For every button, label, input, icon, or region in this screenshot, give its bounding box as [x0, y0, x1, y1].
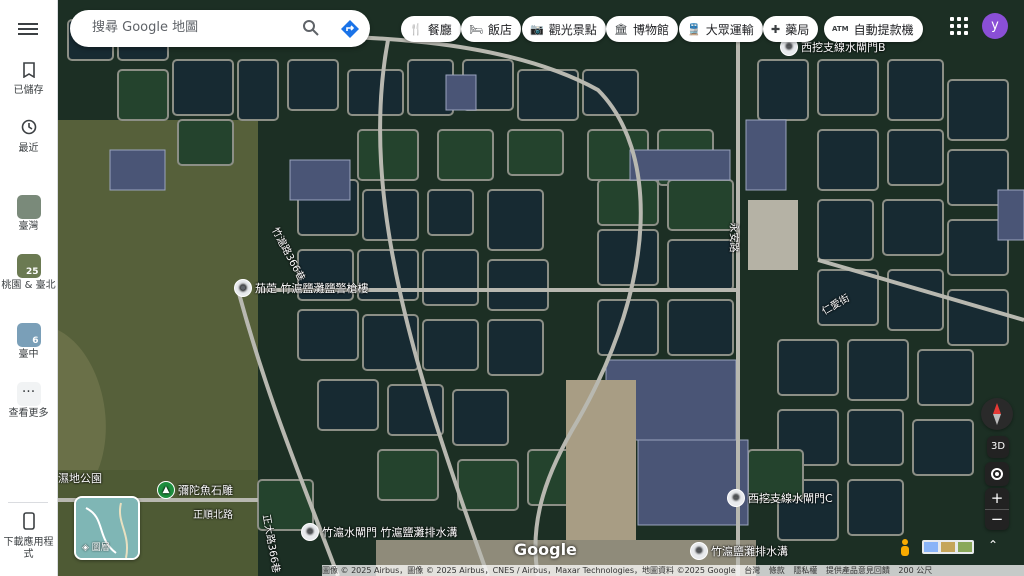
chip-museums[interactable]: 🏛 博物館	[606, 16, 678, 42]
camera-icon: 📷	[530, 22, 544, 36]
fork-knife-icon: 🍴	[409, 22, 423, 36]
search-box	[70, 10, 370, 47]
chip-restaurants[interactable]: 🍴 餐廳	[401, 16, 461, 42]
chip-hotels[interactable]: 🛏 飯店	[461, 16, 521, 42]
directions-icon[interactable]	[340, 19, 360, 39]
history-icon	[0, 118, 57, 141]
zoom-out-button[interactable]: −	[985, 509, 1009, 531]
imagery-attribution: 圖像 © 2025 Airbus，圖像 © 2025 Airbus，CNES /…	[322, 566, 736, 575]
imagery-thumb[interactable]	[941, 542, 955, 552]
my-location-button[interactable]	[985, 462, 1009, 486]
landmark-pin-icon[interactable]: ⊕	[301, 523, 319, 541]
sidebar-item-label: 最近	[18, 143, 39, 154]
sidebar-item-download-app[interactable]: 下載應用程式	[0, 512, 57, 561]
park-pin-icon[interactable]: ▲	[157, 481, 175, 499]
divider	[8, 502, 48, 503]
sidebar-item-saved[interactable]: 已儲存	[0, 62, 57, 97]
atm-icon: ATM	[832, 25, 849, 33]
zoom-in-button[interactable]: +	[985, 488, 1009, 509]
scale-bar-label[interactable]: 200 公尺	[898, 566, 932, 575]
sidebar-item-label: 已儲存	[13, 85, 44, 96]
train-icon: 🚆	[687, 22, 701, 36]
imagery-thumb[interactable]	[958, 542, 972, 552]
sidebar-item-label: 桃園 & 臺北	[1, 280, 56, 291]
landmark-pin-icon[interactable]: ⊕	[690, 542, 708, 560]
google-logo: Google	[514, 540, 577, 559]
sidebar-item-label: 查看更多	[8, 408, 49, 419]
phone-icon	[0, 512, 57, 535]
tilt-3d-button[interactable]: 3D	[987, 436, 1009, 458]
feedback-link[interactable]: 提供產品意見回饋	[826, 566, 890, 575]
chip-pharmacies[interactable]: ✚ 藥局	[763, 16, 819, 42]
bookmark-icon	[0, 62, 57, 83]
more-icon: ···	[16, 382, 41, 406]
left-rail: 已儲存 最近 臺灣 25 桃園 & 臺北 6 臺中 ··· 查看更多 下載應用程…	[0, 0, 58, 576]
poi-fish-sculpture[interactable]: ▲ 彌陀魚石雕	[157, 481, 233, 499]
sidebar-item-taoyuan-taipei[interactable]: 25 桃園 & 臺北	[0, 254, 57, 292]
search-icon[interactable]	[302, 19, 320, 37]
saved-count-badge: 6	[32, 336, 39, 346]
poi-drainage[interactable]: ⊕ 竹滬鹽灘排水溝	[690, 542, 788, 560]
saved-count-badge: 25	[25, 267, 39, 277]
search-input[interactable]	[90, 19, 294, 36]
poi-wetland-park[interactable]: 濕地公園	[58, 470, 102, 486]
pharmacy-icon: ✚	[771, 22, 781, 36]
imagery-strip[interactable]	[922, 540, 974, 554]
compass-icon	[993, 403, 1001, 425]
privacy-link[interactable]: 隱私權	[793, 566, 817, 575]
country-link[interactable]: 台灣	[744, 566, 760, 575]
road-label: 正順北路	[193, 510, 233, 521]
poi-water-gate-c[interactable]: ⊕ 西挖支線水閘門C	[727, 489, 833, 507]
poi-salt-field-tower[interactable]: ◉ 茄萣 竹滬鹽灘鹽警槍樓	[234, 279, 369, 297]
landmark-pin-icon[interactable]: ◉	[234, 279, 252, 297]
road-label: 永安路	[727, 222, 739, 253]
sidebar-item-more[interactable]: ··· 查看更多	[0, 382, 57, 420]
place-thumbnail: 6	[16, 323, 41, 347]
sidebar-item-label: 下載應用程式	[3, 537, 54, 560]
zoom-control: + −	[985, 488, 1009, 530]
sidebar-item-label: 臺灣	[18, 221, 39, 232]
landmark-pin-icon[interactable]: ⊕	[727, 489, 745, 507]
chip-attractions[interactable]: 📷 觀光景點	[522, 16, 606, 42]
map-footer: 圖像 © 2025 Airbus，圖像 © 2025 Airbus，CNES /…	[322, 565, 1024, 576]
layers-button[interactable]: ◈ 圖層	[74, 496, 140, 560]
layers-icon: ◈	[82, 543, 89, 553]
chip-transit[interactable]: 🚆 大眾運輸	[679, 16, 763, 42]
my-location-icon	[991, 468, 1003, 480]
street-view-pegman-icon[interactable]	[898, 538, 912, 558]
sidebar-item-recent[interactable]: 最近	[0, 118, 57, 155]
compass-button[interactable]	[981, 398, 1013, 430]
sidebar-item-taiwan[interactable]: 臺灣	[0, 195, 57, 233]
museum-icon: 🏛	[614, 22, 628, 36]
layers-label: ◈ 圖層	[82, 543, 110, 553]
sidebar-item-taichung[interactable]: 6 臺中	[0, 323, 57, 361]
chip-atms[interactable]: ATM 自動提款機	[824, 16, 923, 42]
place-thumbnail	[16, 195, 41, 219]
sidebar-item-label: 臺中	[18, 349, 39, 360]
bed-icon: 🛏	[469, 22, 483, 36]
expand-chevron-icon[interactable]: ⌃	[988, 538, 1002, 554]
place-thumbnail: 25	[16, 254, 41, 278]
imagery-thumb[interactable]	[924, 542, 938, 552]
terms-link[interactable]: 條款	[769, 566, 785, 575]
menu-icon[interactable]	[18, 20, 38, 36]
account-avatar[interactable]: y	[982, 13, 1008, 39]
google-apps-icon[interactable]	[950, 17, 968, 35]
poi-zhuhu-water-gate[interactable]: ⊕ 竹滬水閘門 竹滬鹽灘排水溝	[301, 523, 458, 541]
